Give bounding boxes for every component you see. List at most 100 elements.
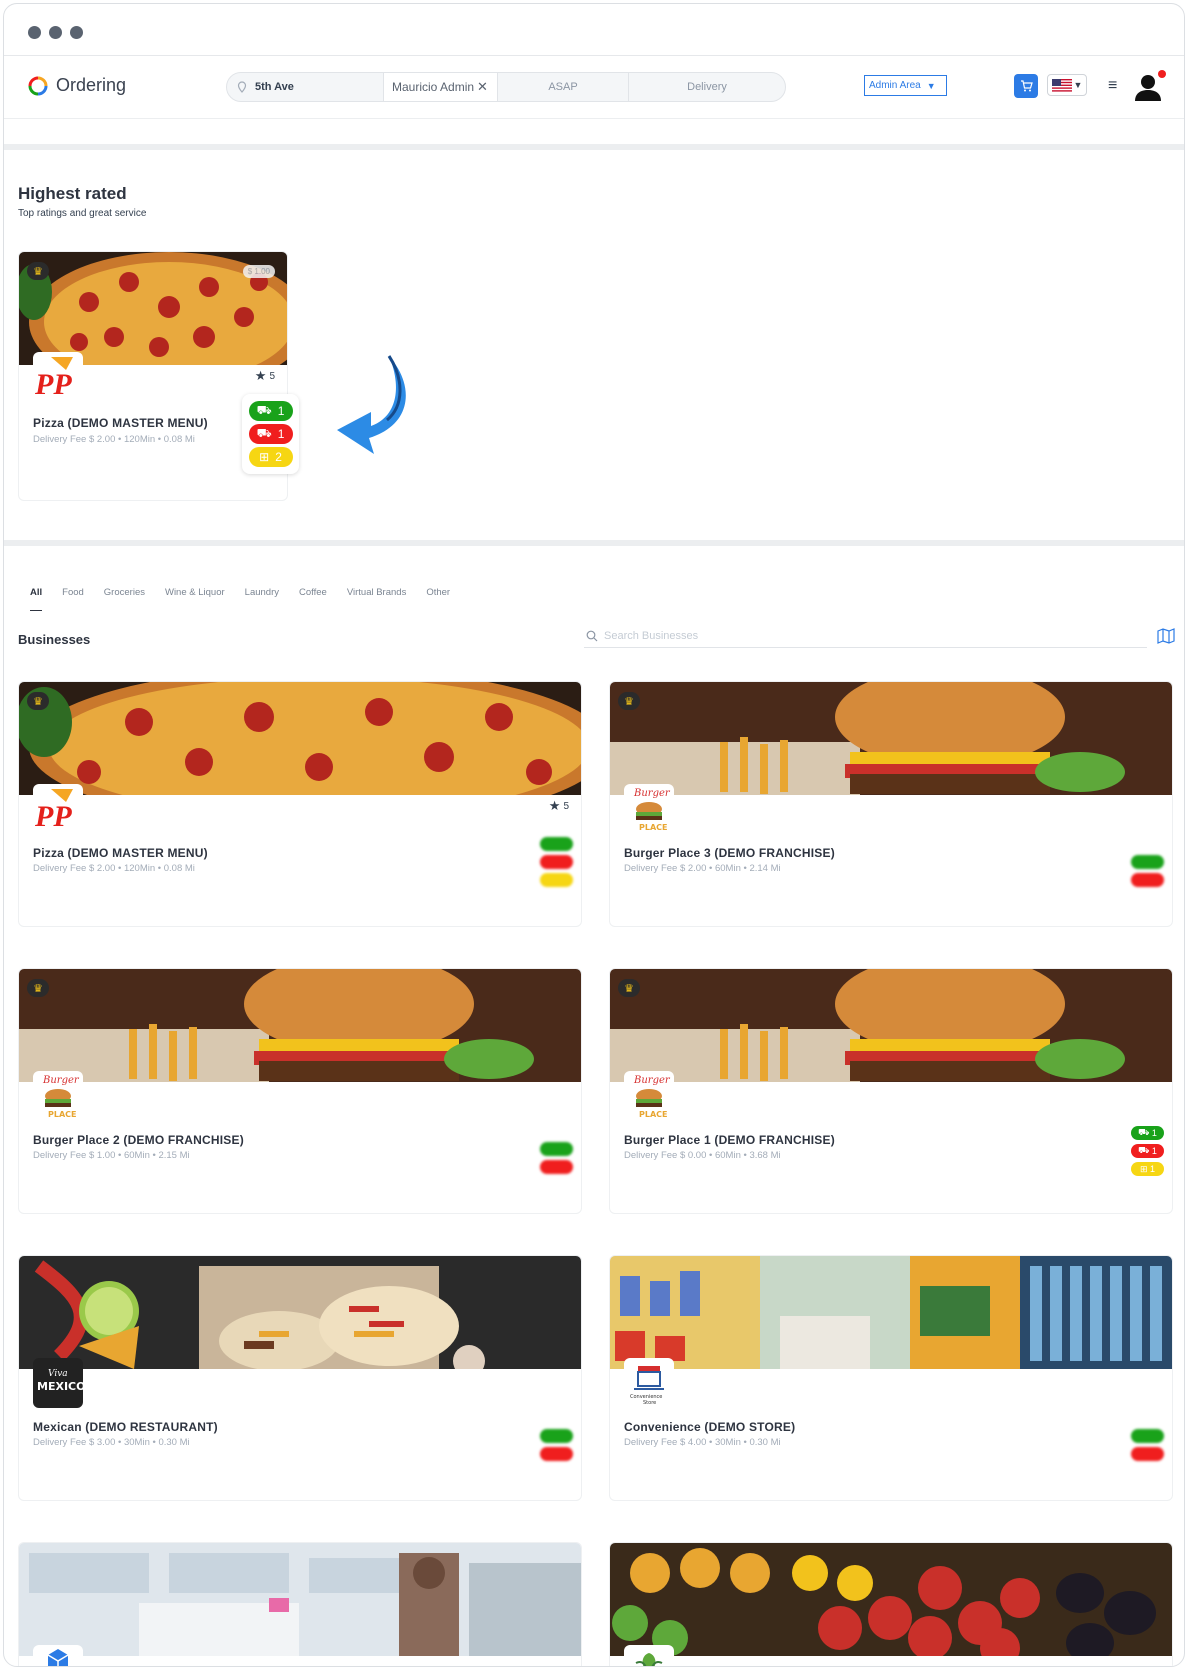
cart-button[interactable]	[1014, 74, 1038, 98]
time-selector[interactable]: ASAP	[498, 73, 629, 101]
store-logo: Convenience Store	[624, 1358, 674, 1408]
tab-laundry[interactable]: Laundry	[245, 587, 279, 611]
map-icon[interactable]	[1157, 628, 1175, 644]
user-chip[interactable]: Mauricio Admin ✕	[384, 73, 498, 101]
crown-icon: ♛	[27, 262, 49, 280]
grocery-logo	[624, 1645, 674, 1666]
mexico-logo: Viva MEXICO	[33, 1358, 83, 1408]
svg-text:PLACE: PLACE	[639, 823, 668, 832]
business-meta: Delivery Fee $ 3.00 • 30Min • 0.30 Mi	[33, 1437, 190, 1448]
star-icon: ★	[548, 798, 561, 813]
tab-food[interactable]: Food	[62, 587, 84, 611]
svg-text:PP: PP	[34, 368, 72, 401]
top-navbar: Ordering 5th Ave Mauricio Admin ✕ ASAP D…	[4, 57, 1184, 119]
business-card[interactable]: ♛ Burger PLACE Burger Place 1 (DEMO FRAN…	[609, 968, 1173, 1214]
badge	[1131, 1447, 1164, 1461]
business-name: Convenience (DEMO STORE)	[624, 1420, 796, 1434]
rating: ★ 5	[255, 368, 275, 384]
tab-groceries[interactable]: Groceries	[104, 587, 145, 611]
badge	[540, 1142, 573, 1156]
admin-area-label: Admin Area	[869, 80, 921, 91]
business-card[interactable]: ♛ Burger PLACE Burger Place 3 (DEMO FRAN…	[609, 681, 1173, 927]
tab-virtual-brands[interactable]: Virtual Brands	[347, 587, 407, 611]
svg-text:PLACE: PLACE	[639, 1110, 668, 1119]
window-titlebar	[4, 4, 1184, 56]
business-card[interactable]	[609, 1542, 1173, 1666]
burger-banner-image	[610, 682, 1172, 795]
badge	[540, 855, 573, 869]
badge	[540, 837, 573, 851]
business-meta: Delivery Fee $ 4.00 • 30Min • 0.30 Mi	[624, 1437, 781, 1448]
badge-count: 2	[275, 450, 282, 464]
search-businesses-input[interactable]: Search Businesses	[584, 624, 1147, 648]
pizza-logo: PP	[33, 784, 83, 834]
section-subtitle: Top ratings and great service	[18, 208, 147, 219]
business-card[interactable]: ♛ Burger PLACE Burger Place 2 (DEMO FRAN…	[18, 968, 582, 1214]
search-placeholder: Search Businesses	[604, 629, 699, 642]
tab-all[interactable]: All	[30, 587, 43, 611]
svg-text:Burger: Burger	[42, 1075, 80, 1086]
tab-other[interactable]: Other	[426, 587, 450, 611]
svg-text:Burger: Burger	[633, 788, 671, 799]
pickup-badge: ⛟ 1	[248, 424, 293, 444]
business-meta: Delivery Fee $ 2.00 • 60Min • 2.14 Mi	[624, 863, 781, 874]
admin-area-select[interactable]: Admin Area ▼	[864, 75, 947, 96]
basket-icon: ⊞	[259, 450, 270, 464]
pizza-logo: PP	[33, 352, 83, 402]
app-name: Ordering	[56, 75, 127, 95]
user-avatar-icon[interactable]	[1130, 67, 1170, 107]
time-label: ASAP	[548, 81, 578, 93]
address-selector[interactable]: 5th Ave	[227, 73, 384, 101]
business-meta: Delivery Fee $ 2.00 • 120Min • 0.08 Mi	[33, 863, 195, 874]
business-card[interactable]: Convenience Store Convenience (DEMO STOR…	[609, 1255, 1173, 1501]
app-logo[interactable]: Ordering	[28, 75, 126, 96]
badge-count: 1	[277, 427, 285, 441]
pharmacy-logo	[33, 1645, 83, 1666]
address-label: 5th Ave	[255, 81, 294, 93]
badge	[540, 1447, 573, 1461]
business-name: Burger Place 1 (DEMO FRANCHISE)	[624, 1133, 835, 1147]
car-icon: ⛟	[256, 403, 272, 417]
order-type-label: Delivery	[687, 81, 727, 93]
divider	[4, 144, 1184, 150]
window-dot-icon	[28, 26, 41, 39]
business-name: Pizza (DEMO MASTER MENU)	[33, 846, 208, 860]
svg-text:PLACE: PLACE	[48, 1110, 77, 1119]
badge-count: 1	[1150, 1164, 1156, 1174]
business-name: Mexican (DEMO RESTAURANT)	[33, 1420, 218, 1434]
tab-coffee[interactable]: Coffee	[299, 587, 327, 611]
business-card[interactable]	[18, 1542, 582, 1666]
mexican-banner-image	[19, 1256, 581, 1369]
crown-icon: ♛	[27, 692, 49, 710]
rating-value: 5	[269, 370, 275, 382]
close-icon[interactable]: ✕	[477, 79, 488, 95]
section-title: Highest rated	[18, 184, 127, 203]
burger-banner-image	[610, 969, 1172, 1082]
burger-logo: Burger PLACE	[624, 784, 674, 834]
burger-logo: Burger PLACE	[33, 1071, 83, 1121]
badge	[540, 1429, 573, 1443]
window-dot-icon	[70, 26, 83, 39]
category-tabs: All Food Groceries Wine & Liquor Laundry…	[30, 587, 450, 611]
menu-icon[interactable]: ≡	[1108, 77, 1117, 95]
crown-icon: ♛	[618, 692, 640, 710]
business-card[interactable]: ♛ PP ★ 5 Pizza (DEMO MASTER MENU) Delive…	[18, 681, 582, 927]
location-pin-icon	[237, 81, 247, 93]
badge-count: 1	[1151, 1128, 1157, 1138]
user-chip-label: Mauricio Admin	[392, 80, 475, 94]
business-name: Burger Place 3 (DEMO FRANCHISE)	[624, 846, 835, 860]
us-flag-icon	[1051, 78, 1072, 92]
caret-down-icon: ▼	[1073, 80, 1083, 90]
tab-wine-liquor[interactable]: Wine & Liquor	[165, 587, 225, 611]
burger-banner-image	[19, 969, 581, 1082]
pickup-badge: ⛟ 1	[1131, 1144, 1164, 1158]
pharmacy-banner-image	[19, 1543, 581, 1656]
pointer-arrow-icon	[337, 355, 406, 454]
svg-text:PP: PP	[34, 800, 72, 833]
order-type-selector[interactable]: Delivery	[629, 73, 785, 101]
badge	[540, 1160, 573, 1174]
basket-badge: ⊞ 2	[248, 447, 293, 467]
badge	[540, 873, 573, 887]
language-select[interactable]: ▼	[1047, 74, 1087, 96]
business-card[interactable]: Viva MEXICO Mexican (DEMO RESTAURANT) De…	[18, 1255, 582, 1501]
